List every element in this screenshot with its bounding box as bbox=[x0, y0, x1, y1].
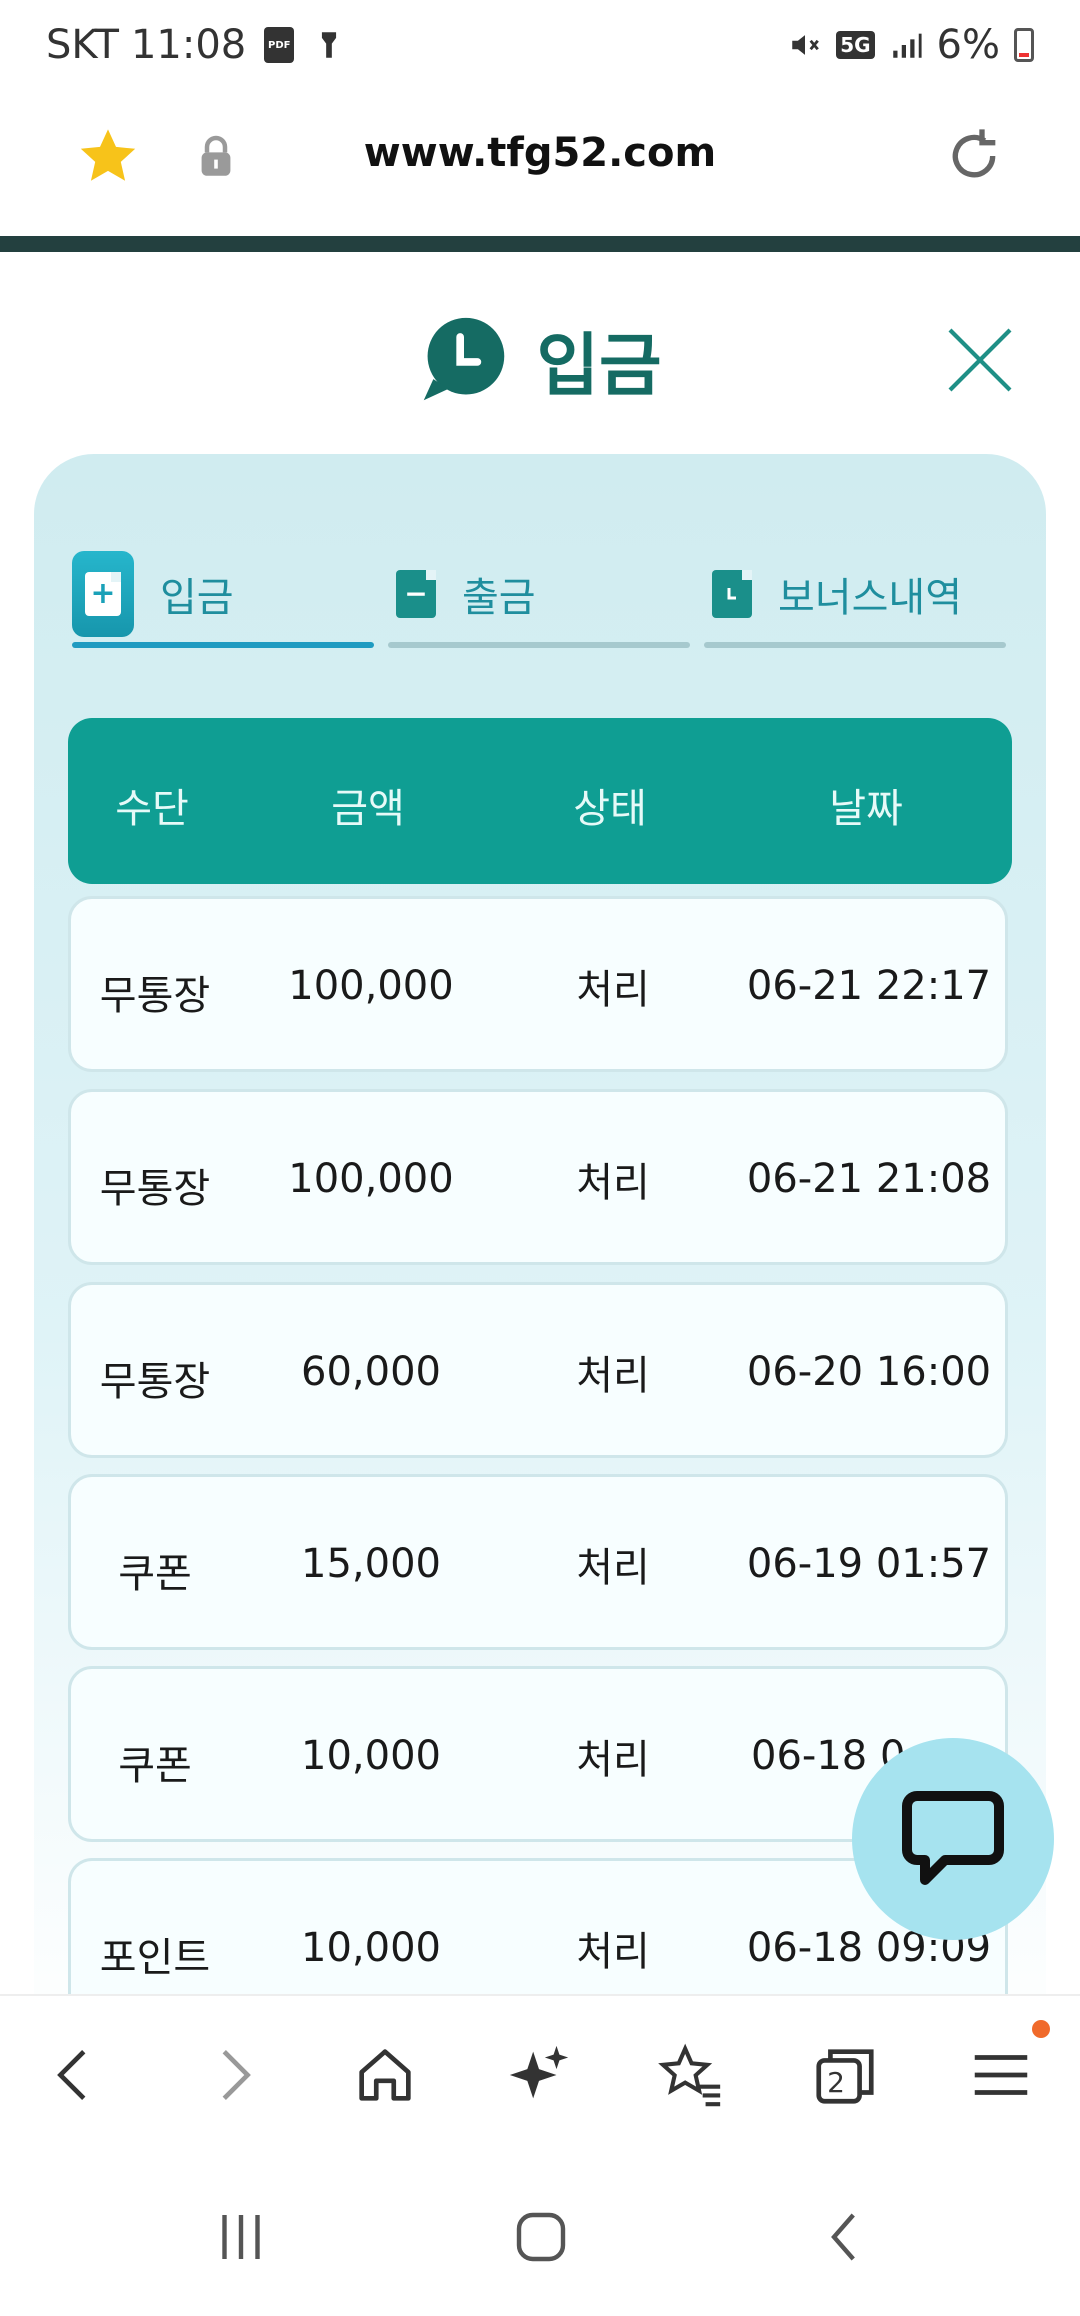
tabs-icon[interactable]: 2 bbox=[810, 2040, 880, 2110]
battery-icon bbox=[1014, 28, 1034, 62]
cell-method: 무통장 bbox=[99, 1359, 211, 1405]
tab-underline-active bbox=[72, 642, 374, 648]
tab-label: 보너스내역 bbox=[778, 575, 962, 621]
clock-chat-icon bbox=[424, 317, 505, 400]
header-method: 수단 bbox=[115, 786, 189, 832]
cell-method: 무통장 bbox=[99, 1166, 211, 1212]
clock: 11:08 bbox=[130, 22, 247, 68]
cell-method: 쿠폰 bbox=[118, 1551, 192, 1597]
recents-icon[interactable] bbox=[206, 2204, 276, 2270]
back-nav-icon[interactable] bbox=[810, 2204, 880, 2270]
flashlight-icon bbox=[322, 32, 337, 58]
tab-count: 2 bbox=[827, 2066, 845, 2099]
home-nav-icon[interactable] bbox=[506, 2204, 576, 2270]
tab-bar: + 입금 − 출금 보너스내역 bbox=[72, 524, 1008, 664]
cell-date: 06-21 21:08 bbox=[746, 1156, 992, 1202]
header-amount: 금액 bbox=[331, 786, 405, 832]
back-icon[interactable] bbox=[40, 2040, 110, 2110]
tab-label: 출금 bbox=[462, 575, 536, 621]
cell-status: 처리 bbox=[576, 1353, 650, 1399]
clock-document-icon bbox=[712, 570, 752, 618]
cell-amount: 10,000 bbox=[301, 1925, 441, 1971]
cell-status: 처리 bbox=[576, 1737, 650, 1783]
signal-icon bbox=[892, 33, 922, 58]
cell-date: 06-21 22:17 bbox=[746, 963, 992, 1009]
cell-amount: 15,000 bbox=[301, 1541, 441, 1587]
close-icon[interactable] bbox=[944, 324, 1016, 396]
pdf-icon: PDF bbox=[264, 27, 295, 63]
header-divider bbox=[0, 236, 1080, 252]
header-status: 상태 bbox=[573, 786, 647, 832]
table-row: 쿠폰 15,000 처리 06-19 01:57 bbox=[68, 1474, 1008, 1650]
table-row: 무통장 100,000 처리 06-21 22:17 bbox=[68, 896, 1008, 1072]
plus-document-icon: + bbox=[72, 551, 134, 637]
battery-percent: 6% bbox=[936, 22, 1000, 68]
tab-label: 입금 bbox=[160, 575, 234, 621]
cell-amount: 10,000 bbox=[301, 1733, 441, 1779]
bookmarks-icon[interactable] bbox=[656, 2040, 726, 2110]
network-5g-icon: 5G bbox=[836, 31, 875, 59]
chat-button[interactable] bbox=[852, 1738, 1054, 1940]
header-date: 날짜 bbox=[829, 786, 903, 832]
cell-status: 처리 bbox=[576, 1929, 650, 1975]
chat-bubble-icon bbox=[902, 1791, 1004, 1885]
table-row: 무통장 60,000 처리 06-20 16:00 bbox=[68, 1282, 1008, 1458]
cell-status: 처리 bbox=[576, 1545, 650, 1591]
reload-icon[interactable] bbox=[942, 124, 1006, 188]
sparkle-icon[interactable] bbox=[504, 2040, 574, 2110]
mute-icon bbox=[792, 35, 820, 55]
table-header: 수단 금액 상태 날짜 bbox=[68, 718, 1012, 884]
notification-dot bbox=[1032, 2020, 1050, 2038]
url-text[interactable]: www.tfg52.com bbox=[0, 130, 1080, 176]
cell-amount: 100,000 bbox=[288, 963, 454, 1009]
cell-amount: 60,000 bbox=[301, 1349, 441, 1395]
forward-icon[interactable] bbox=[198, 2040, 268, 2110]
carrier: SKT bbox=[46, 22, 119, 68]
table-row: 무통장 100,000 처리 06-21 21:08 bbox=[68, 1089, 1008, 1265]
cell-method: 포인트 bbox=[99, 1935, 211, 1981]
status-bar: SKT 11:08 PDF 5G 6% bbox=[0, 0, 1080, 96]
cell-date: 06-20 16:00 bbox=[746, 1349, 992, 1395]
minus-document-icon: − bbox=[396, 570, 436, 618]
cell-status: 처리 bbox=[576, 967, 650, 1013]
status-left: SKT 11:08 PDF bbox=[46, 22, 346, 68]
tab-underline bbox=[704, 642, 1006, 648]
cell-method: 쿠폰 bbox=[118, 1743, 192, 1789]
tab-underline bbox=[388, 642, 690, 648]
modal-title: 입금 bbox=[536, 327, 662, 406]
modal-header: 입금 bbox=[0, 310, 1080, 409]
status-right: 5G 6% bbox=[788, 22, 1034, 68]
cell-amount: 100,000 bbox=[288, 1156, 454, 1202]
menu-icon[interactable] bbox=[966, 2040, 1036, 2110]
home-icon[interactable] bbox=[350, 2040, 420, 2110]
cell-date: 06-19 01:57 bbox=[746, 1541, 992, 1587]
cell-method: 무통장 bbox=[99, 973, 211, 1019]
cell-status: 처리 bbox=[576, 1160, 650, 1206]
